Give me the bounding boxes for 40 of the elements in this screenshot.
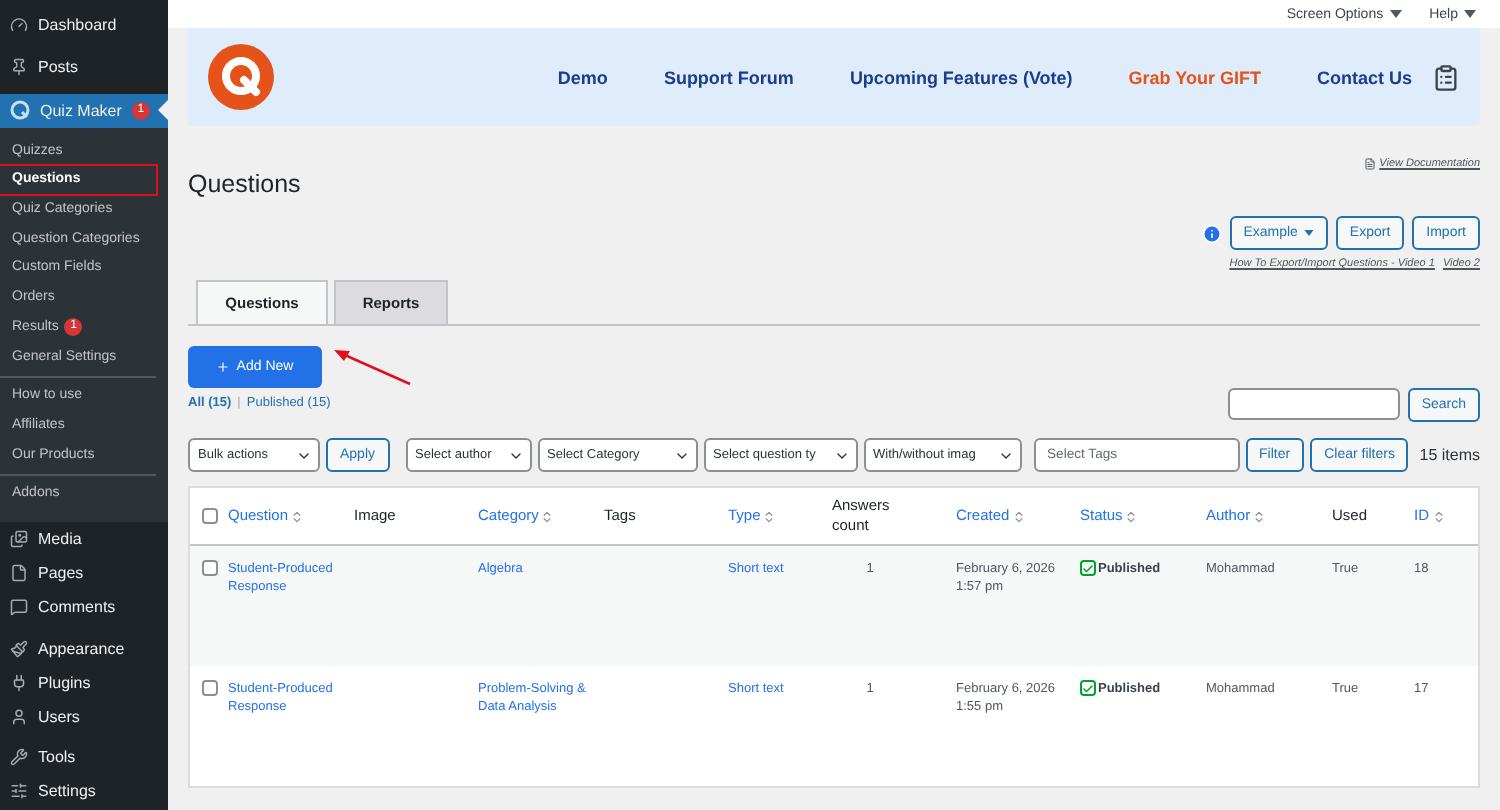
plus-icon: [216, 359, 231, 373]
sort-icon: [290, 509, 305, 523]
sidebar-item[interactable]: Users: [0, 700, 168, 732]
pointer-icon: [158, 100, 168, 121]
sidebar-item[interactable]: Appearance: [0, 632, 168, 665]
sidebar-item[interactable]: Comments: [0, 590, 168, 623]
logo-icon: [208, 44, 274, 110]
search-field[interactable]: [1227, 388, 1400, 420]
sort-icon: [1252, 509, 1267, 523]
sidebar-item[interactable]: Media: [0, 522, 168, 555]
banner-link[interactable]: Demo: [557, 67, 608, 87]
sidebar-item[interactable]: Pages: [0, 556, 168, 589]
sidebar-item[interactable]: Dashboard: [0, 10, 168, 42]
page-title: Questions: [188, 170, 301, 198]
banner-link[interactable]: Contact Us: [1316, 67, 1412, 87]
checkbox[interactable]: [202, 680, 218, 696]
check-icon: [1080, 560, 1096, 576]
checkbox[interactable]: [202, 560, 218, 576]
caret-icon: [1464, 10, 1476, 18]
caret-icon: [1389, 10, 1402, 18]
info-icon[interactable]: [1201, 223, 1222, 243]
sidebar-item[interactable]: Plugins: [0, 666, 168, 699]
clipboard-icon[interactable]: [1432, 63, 1460, 91]
annotation-arrow: [330, 344, 414, 388]
sidebar-item[interactable]: Tools: [0, 742, 168, 774]
item-count: 15 items: [1419, 446, 1480, 464]
sort-icon: [1011, 509, 1026, 523]
checkbox[interactable]: [202, 508, 218, 524]
check-icon: [1080, 680, 1096, 696]
banner-link[interactable]: Support Forum: [663, 67, 794, 87]
sort-icon: [540, 509, 555, 523]
caret-icon: [1303, 230, 1314, 236]
sidebar-item[interactable]: Settings: [0, 775, 168, 808]
sort-icon: [1124, 509, 1139, 523]
quiz-logo-icon: [10, 100, 30, 121]
sort-icon: [1431, 509, 1445, 523]
sort-icon: [762, 509, 777, 523]
document-icon: [1363, 158, 1376, 170]
sidebar-item[interactable]: Posts: [0, 51, 168, 84]
banner-link[interactable]: Upcoming Features (Vote): [849, 67, 1073, 87]
